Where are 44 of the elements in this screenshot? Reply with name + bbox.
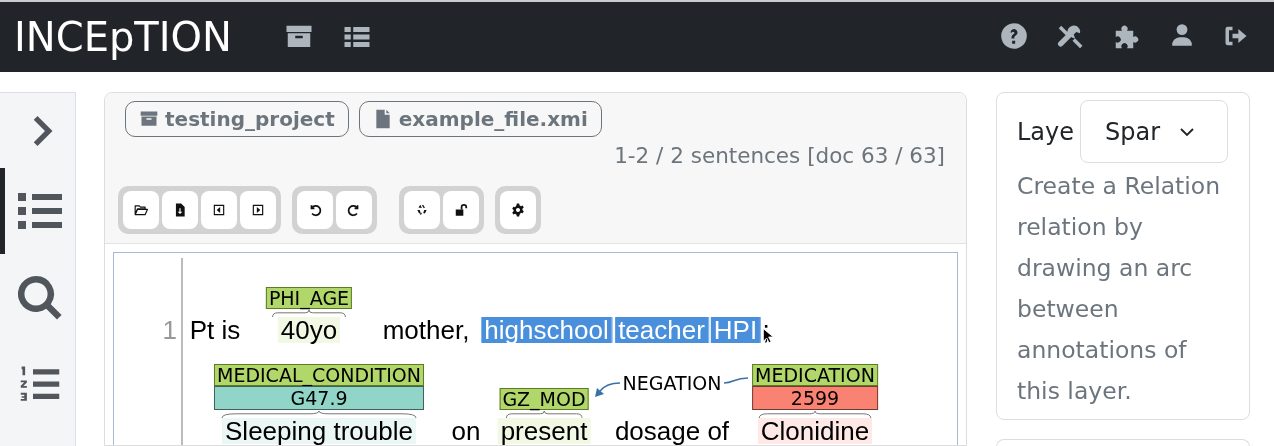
relation-label[interactable]: NEGATION (622, 372, 722, 394)
open-button[interactable] (123, 191, 159, 229)
archive-icon (139, 109, 159, 129)
sentence-position: 1-2 / 2 sentences [doc 63 / 63] (613, 143, 945, 169)
token[interactable]: Clonidine (757, 418, 873, 444)
token[interactable]: present (497, 418, 591, 444)
span-label[interactable]: GZ_MOD (499, 388, 589, 410)
span-value[interactable]: 2599 (752, 386, 878, 410)
folder-icon (134, 203, 148, 217)
span-label[interactable]: MEDICATION (752, 364, 878, 386)
user-icon (1169, 22, 1195, 48)
relation-arc[interactable] (595, 377, 749, 397)
search-icon (16, 273, 64, 322)
token[interactable]: Sleeping trouble (222, 418, 416, 444)
settings-icon (511, 203, 525, 217)
layer-description: Create a Relation relation by drawing an arc between annotations of this layer. (1017, 171, 1222, 407)
unlock-button[interactable] (443, 191, 479, 229)
span-label[interactable]: PHI_AGE (265, 287, 353, 309)
file-download-icon (173, 203, 187, 217)
caret-left-icon (212, 203, 226, 217)
redo-icon (347, 203, 361, 217)
caret-right-icon (251, 203, 265, 217)
redo-button[interactable] (336, 191, 372, 229)
layer-dropdown[interactable]: Spar (1080, 100, 1228, 163)
unlock-icon (454, 203, 468, 217)
span-label[interactable]: MEDICAL_CONDITION (214, 364, 424, 386)
token[interactable]: on (448, 418, 484, 444)
previous-button[interactable] (201, 191, 237, 229)
document-link[interactable]: example_file.xmi (358, 101, 602, 137)
project-link[interactable]: testing_project (125, 101, 349, 137)
help-button[interactable] (1000, 22, 1028, 52)
undo-button[interactable] (297, 191, 333, 229)
token[interactable]: Pt is (186, 317, 244, 343)
line-number: 1 (162, 317, 177, 343)
span-value[interactable]: G47.9 (214, 386, 424, 410)
layer-label: Laye (1017, 117, 1076, 146)
token[interactable]: dosage of (611, 418, 733, 444)
undo-icon (308, 203, 322, 217)
help-icon (1000, 22, 1028, 50)
next-button[interactable] (240, 191, 276, 229)
export-button[interactable] (162, 191, 198, 229)
token[interactable]: mother, (379, 317, 473, 343)
settings-button[interactable] (500, 191, 536, 229)
token[interactable]: 40yo (277, 317, 341, 343)
